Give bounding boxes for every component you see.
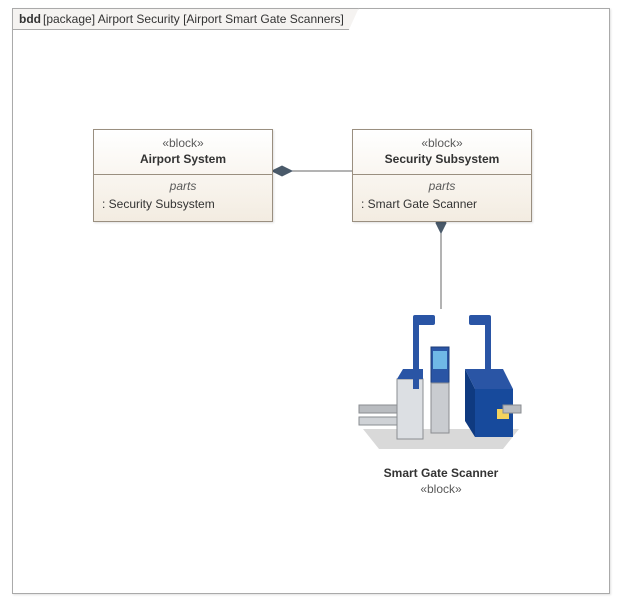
frame-prefix: bdd — [19, 9, 41, 29]
block-stereotype: «block» — [357, 136, 527, 150]
parts-value: : Smart Gate Scanner — [361, 197, 523, 211]
frame-label: [package] Airport Security [Airport Smar… — [43, 9, 344, 29]
block-name: Airport System — [98, 152, 268, 166]
block-airport-system[interactable]: «block» Airport System parts : Security … — [93, 129, 273, 222]
parts-label: parts — [361, 179, 523, 193]
block-smart-gate-scanner[interactable]: Smart Gate Scanner «block» — [353, 309, 529, 496]
frame-title: bdd [package] Airport Security [Airport … — [12, 8, 359, 30]
connectors — [13, 9, 609, 593]
block-parts-compartment: parts : Smart Gate Scanner — [353, 175, 531, 221]
parts-value: : Security Subsystem — [102, 197, 264, 211]
block-header: «block» Security Subsystem — [353, 130, 531, 175]
block-security-subsystem[interactable]: «block» Security Subsystem parts : Smart… — [352, 129, 532, 222]
block-name: Smart Gate Scanner — [353, 466, 529, 480]
block-stereotype: «block» — [353, 482, 529, 496]
block-stereotype: «block» — [98, 136, 268, 150]
parts-label: parts — [102, 179, 264, 193]
block-header: «block» Airport System — [94, 130, 272, 175]
smart-gate-scanner-image — [353, 309, 529, 459]
diagram-frame: bdd [package] Airport Security [Airport … — [12, 8, 610, 594]
block-name: Security Subsystem — [357, 152, 527, 166]
diagram-canvas: bdd [package] Airport Security [Airport … — [0, 0, 621, 600]
block-parts-compartment: parts : Security Subsystem — [94, 175, 272, 221]
